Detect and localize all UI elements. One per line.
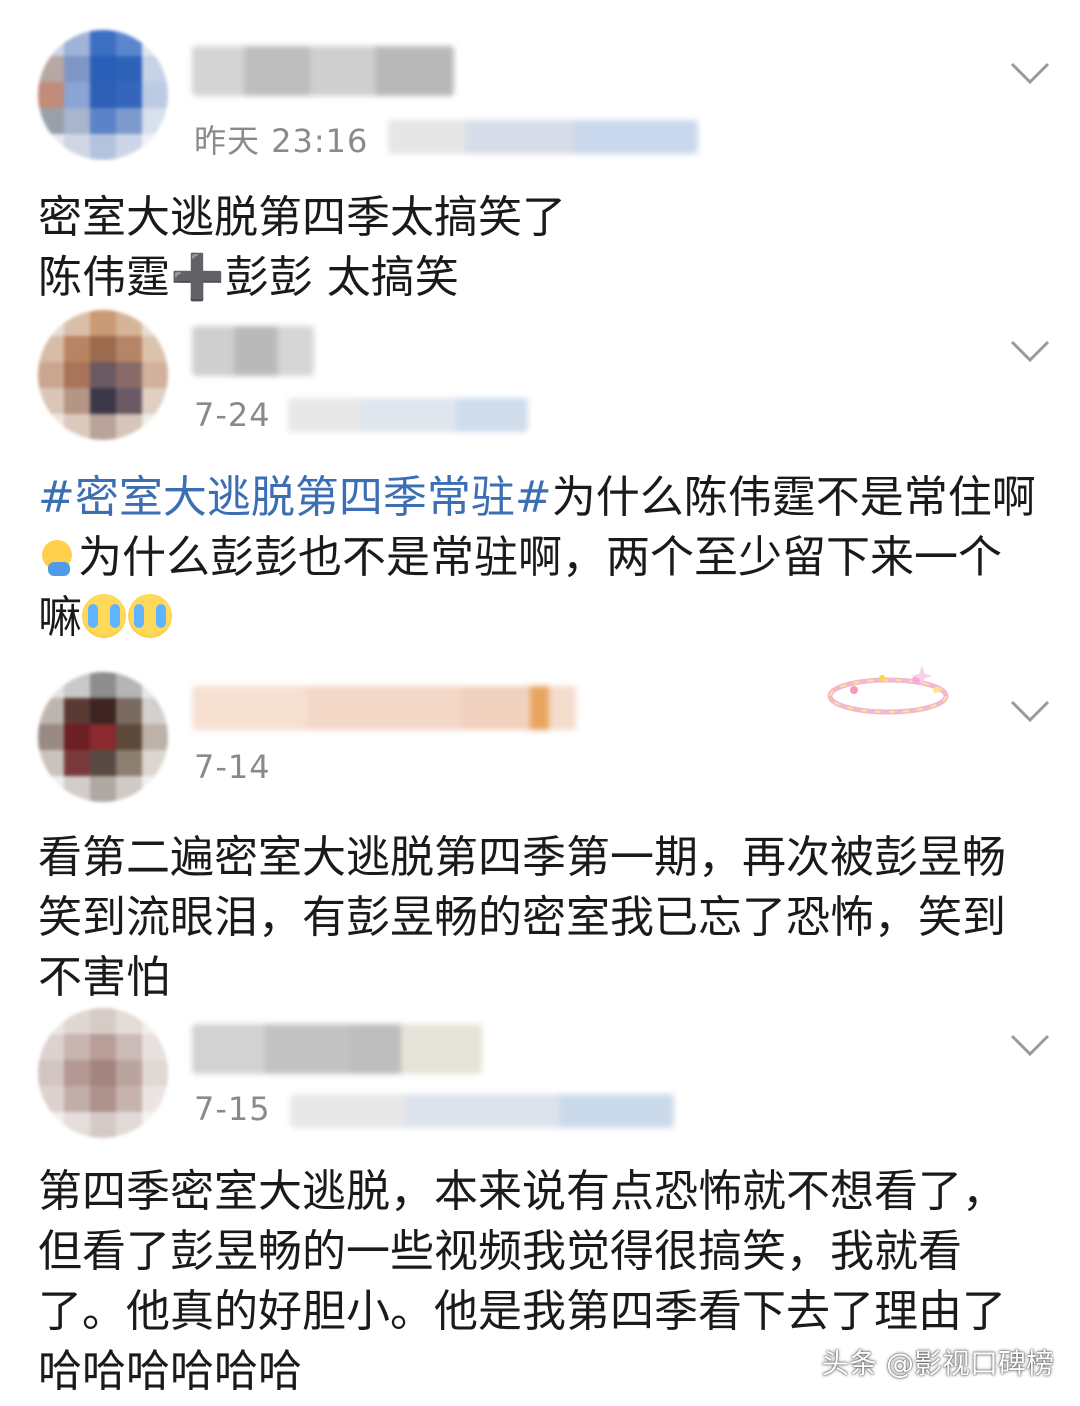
comment-timestamp: 7-24 [194, 396, 271, 434]
chevron-down-icon[interactable] [1008, 336, 1052, 366]
text-span: 为什么陈伟霆不是常住啊 [551, 472, 1036, 523]
username-blurred[interactable] [192, 1024, 482, 1074]
device-info-blurred [288, 398, 528, 432]
comment-line: 为什么彭彭也不是常驻啊，两个至少留下来一个 [38, 528, 1048, 588]
text-span: 彭彭 太搞笑 [224, 252, 459, 303]
avatar[interactable] [38, 1008, 168, 1138]
username-blurred[interactable] [192, 686, 576, 730]
comment-text: 看第二遍密室大逃脱第四季第一期，再次被彭昱畅 笑到流眼泪，有彭昱畅的密室我已忘了… [38, 828, 1048, 1008]
comment-line: 但看了彭昱畅的一些视频我觉得很搞笑，我就看 [38, 1226, 962, 1277]
watermark: 头条 @影视口碑榜 [821, 1347, 1054, 1380]
text-span: 嘛 [38, 592, 82, 643]
comment-line: 第四季密室大逃脱，本来说有点恐怖就不想看了， [38, 1166, 1006, 1217]
comment-timestamp: 7-14 [194, 748, 271, 786]
avatar[interactable] [38, 310, 168, 440]
plus-emoji-icon: ➕ [170, 252, 225, 303]
comment-text: #密室大逃脱第四季常驻#为什么陈伟霆不是常住啊 为什么彭彭也不是常驻啊，两个至少… [38, 468, 1048, 648]
chevron-down-icon[interactable] [1008, 696, 1052, 726]
avatar[interactable] [38, 672, 168, 802]
comment-timestamp: 昨天 23:16 [194, 122, 369, 160]
comment-line: 笑到流眼泪，有彭昱畅的密室我已忘了恐怖，笑到 [38, 892, 1006, 943]
waving-person-icon [38, 534, 78, 578]
comment-line: 密室大逃脱第四季太搞笑了 [38, 192, 566, 243]
comment-line: 看第二遍密室大逃脱第四季第一期，再次被彭昱畅 [38, 832, 1006, 883]
avatar[interactable] [38, 30, 168, 160]
loudly-crying-face-icon [82, 594, 126, 638]
comment-timestamp: 7-15 [194, 1090, 271, 1128]
comment-line: 陈伟霆➕彭彭 太搞笑 [38, 248, 1048, 308]
username-blurred[interactable] [192, 326, 314, 376]
comment-line: 不害怕 [38, 952, 170, 1003]
text-span: 陈伟霆 [38, 252, 170, 303]
comment-line: 嘛 [38, 588, 1048, 648]
sparkle-sticker-icon [827, 666, 949, 715]
text-span: 为什么彭彭也不是常驻啊，两个至少留下来一个 [78, 532, 1002, 583]
device-info-blurred [290, 1094, 674, 1128]
device-info-blurred [388, 120, 698, 154]
hashtag-link[interactable]: #密室大逃脱第四季常驻# [38, 472, 552, 523]
chevron-down-icon[interactable] [1008, 1030, 1052, 1060]
loudly-crying-face-icon [128, 594, 172, 638]
comment-line: #密室大逃脱第四季常驻#为什么陈伟霆不是常住啊 [38, 468, 1048, 528]
comment-text: 密室大逃脱第四季太搞笑了 陈伟霆➕彭彭 太搞笑 [38, 188, 1048, 308]
comment-line: 了。他真的好胆小。他是我第四季看下去了理由了 [38, 1286, 1006, 1337]
username-blurred[interactable] [192, 46, 454, 96]
chevron-down-icon[interactable] [1008, 58, 1052, 88]
